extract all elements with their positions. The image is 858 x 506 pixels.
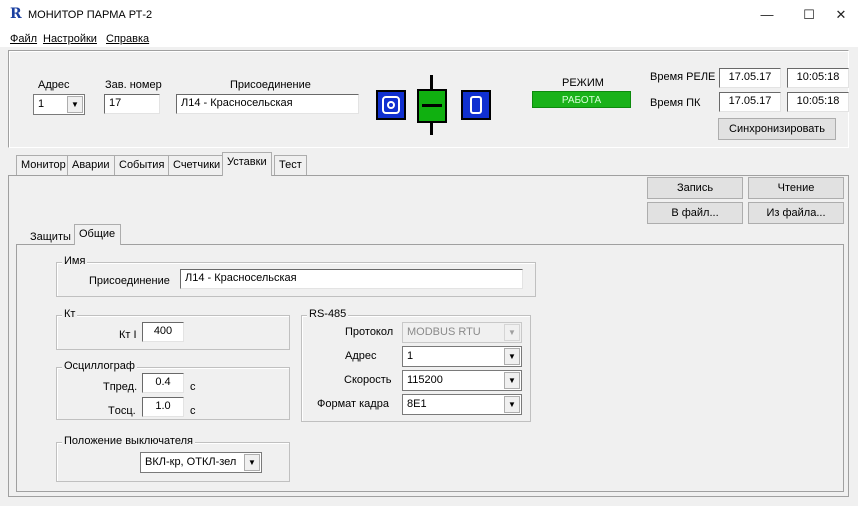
load-from-file-button[interactable]: Из файла... [748, 202, 844, 224]
breaker-line-bottom [430, 123, 433, 135]
minimize-button[interactable]: — [752, 4, 782, 26]
ring-icon [382, 96, 400, 114]
breaker-off-icon[interactable] [461, 90, 491, 120]
chevron-down-icon: ▼ [504, 348, 520, 365]
mode-label: РЕЖИМ [562, 77, 604, 89]
chevron-down-icon: ▼ [244, 454, 260, 471]
menu-file[interactable]: Файл [10, 33, 37, 45]
connection-field[interactable]: Л14 - Красносельская [176, 94, 359, 114]
name-connection-field[interactable]: Л14 - Красносельская [180, 269, 523, 289]
address-select[interactable]: 1 ▼ [33, 94, 85, 115]
kt-label: Кт I [119, 329, 137, 341]
address-label: Адрес [38, 79, 70, 91]
pc-time-label: Время ПК [650, 97, 701, 109]
chevron-down-icon: ▼ [504, 372, 520, 389]
pc-time-field: 10:05:18 [787, 92, 849, 112]
breaker-state-icon [417, 89, 447, 123]
dash-icon [422, 104, 442, 107]
frame-format-select[interactable]: 8E1 ▼ [402, 394, 522, 415]
bar-icon [470, 96, 482, 114]
kt-field[interactable]: 400 [142, 322, 184, 342]
tpred-field[interactable]: 0.4 [142, 373, 184, 393]
serial-field[interactable]: 17 [104, 94, 160, 114]
relay-time-label: Время РЕЛЕ [650, 71, 716, 83]
tab-test[interactable]: Тест [274, 155, 307, 175]
chevron-down-icon: ▼ [504, 396, 520, 413]
menu-help[interactable]: Справка [106, 33, 149, 45]
relay-time-field: 10:05:18 [787, 68, 849, 88]
tosc-unit: с [190, 405, 196, 417]
tab-alarms[interactable]: Аварии [67, 155, 115, 175]
menu-settings[interactable]: Настройки [43, 33, 97, 45]
circle-icon [387, 101, 395, 109]
rs485-address-value: 1 [407, 350, 414, 362]
speed-select-value: 115200 [407, 374, 443, 386]
subtab-general[interactable]: Общие [74, 224, 121, 245]
address-select-value: 1 [38, 98, 45, 110]
subtab-general-label: Общие [79, 228, 116, 240]
subtab-protections[interactable]: Защиты [30, 231, 71, 243]
protocol-label: Протокол [345, 326, 394, 338]
tpred-label: Tпред. [103, 381, 138, 393]
breaker-line-top [430, 75, 433, 89]
tpred-unit: с [190, 381, 196, 393]
pc-date-field: 17.05.17 [719, 92, 781, 112]
oscillograph-group-title: Осциллограф [62, 360, 137, 372]
breaker-group-title: Положение выключателя [62, 435, 195, 447]
tab-events[interactable]: События [114, 155, 170, 175]
write-button[interactable]: Запись [647, 177, 743, 199]
name-connection-label: Присоединение [89, 275, 170, 287]
breaker-select[interactable]: ВКЛ-кр, ОТКЛ-зел ▼ [140, 452, 262, 473]
breaker-on-icon[interactable] [376, 90, 406, 120]
sync-button[interactable]: Синхронизировать [718, 118, 836, 140]
speed-label: Скорость [344, 374, 392, 386]
frame-format-value: 8E1 [407, 398, 427, 410]
kt-group-title: Кт [62, 308, 78, 320]
relay-date-field: 17.05.17 [719, 68, 781, 88]
read-button[interactable]: Чтение [748, 177, 844, 199]
protocol-select: MODBUS RTU ▼ [402, 322, 522, 343]
maximize-button[interactable]: ☐ [794, 4, 824, 26]
protocol-select-value: MODBUS RTU [407, 326, 481, 338]
tab-monitor[interactable]: Монитор [16, 155, 71, 175]
rs485-address-label: Адрес [345, 350, 377, 362]
tab-settings[interactable]: Уставки [222, 152, 272, 176]
connection-label: Присоединение [230, 79, 311, 91]
serial-label: Зав. номер [105, 79, 162, 91]
close-button[interactable]: ✕ [826, 4, 856, 26]
chevron-down-icon: ▼ [504, 324, 520, 341]
app-logo-icon: R [10, 6, 22, 22]
chevron-down-icon: ▼ [67, 96, 83, 113]
tab-counters[interactable]: Счетчики [168, 155, 226, 175]
save-to-file-button[interactable]: В файл... [647, 202, 743, 224]
tosc-field[interactable]: 1.0 [142, 397, 184, 417]
window-title: МОНИТОР ПАРМА РТ-2 [28, 9, 153, 21]
mode-status-badge: РАБОТА [532, 91, 631, 108]
rs485-group-title: RS-485 [307, 308, 349, 320]
name-group-title: Имя [62, 255, 88, 267]
frame-format-label: Формат кадра [317, 398, 389, 410]
speed-select[interactable]: 115200 ▼ [402, 370, 522, 391]
rs485-address-select[interactable]: 1 ▼ [402, 346, 522, 367]
breaker-select-value: ВКЛ-кр, ОТКЛ-зел [145, 456, 237, 468]
tosc-label: Tосц. [108, 405, 136, 417]
